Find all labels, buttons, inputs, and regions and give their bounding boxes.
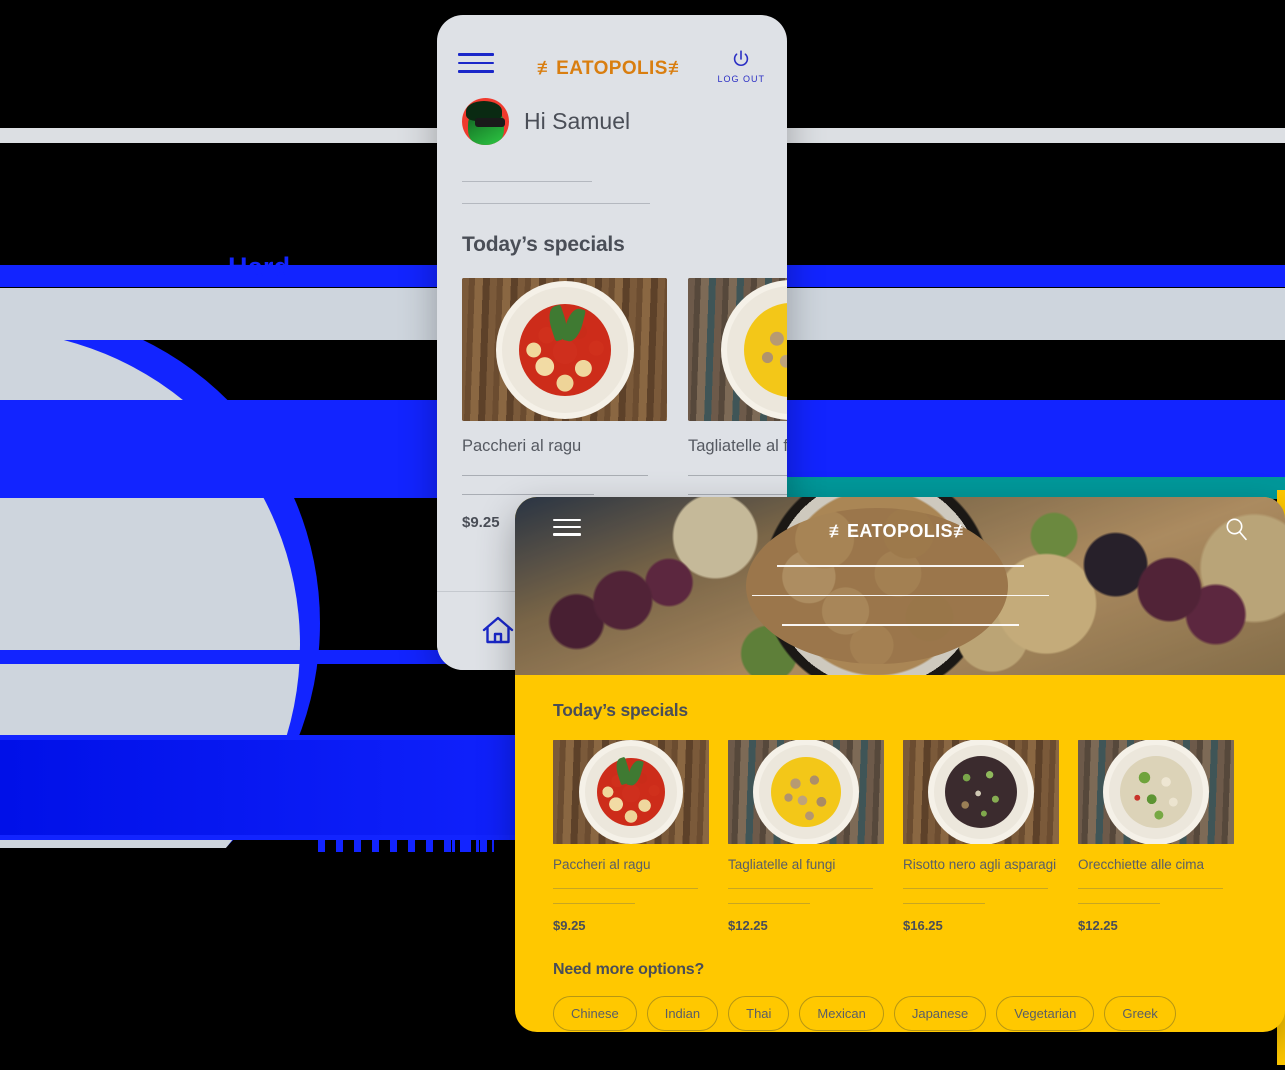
special-card[interactable]: Tagliatelle al fungi $12.25 [728,740,884,933]
divider-line [1078,902,1160,904]
divider-line [462,203,650,204]
greeting-text: Hi Samuel [524,108,631,134]
divider-line [903,887,1048,889]
special-card[interactable]: Risotto nero agli asparagi $16.25 [903,740,1059,933]
divider-line [462,494,594,495]
tablet-body: Today’s specials Paccheri al ragu $9.25 [515,675,1285,1031]
tablet-hero: ≢EATOPOLIS≢ [515,497,1285,675]
tablet-specials-list: Paccheri al ragu $9.25 Tagliatelle al fu… [553,740,1247,933]
special-card[interactable]: Tagliatelle al fungi $12.25 [688,278,787,531]
special-price: $12.25 [1078,917,1118,933]
search-icon[interactable] [1222,515,1250,548]
special-card[interactable]: Paccheri al ragu $9.25 [553,740,709,933]
divider-line [688,475,787,476]
orecchiette-photo [1078,740,1234,844]
bg-band-teal [780,477,1285,499]
special-name: Orecchiette alle cima [1078,857,1205,872]
user-avatar[interactable] [462,98,509,145]
bg-ghost-heading-text: Hard [228,252,291,282]
power-icon [734,50,749,66]
special-name: Tagliatelle al fungi [688,437,787,455]
cuisine-tag-list: Chinese Indian Thai Mexican Japanese Veg… [553,995,1247,1031]
logout-label: LOG OUT [717,74,765,84]
special-name: Paccheri al ragu [553,857,651,872]
special-price: $9.25 [553,917,586,933]
divider-line [553,887,698,889]
pasta-fungi-photo [728,740,884,844]
divider-line [553,902,635,904]
cuisine-tag-greek[interactable]: Greek [1104,995,1176,1031]
tablet-mockup: ≢EATOPOLIS≢ Today’s specials Paccheri al… [515,497,1285,1032]
divider-line [728,887,873,889]
special-card[interactable]: Paccheri al ragu $9.25 [462,278,667,531]
special-name: Risotto nero agli asparagi [903,857,1057,872]
cuisine-tag-japanese[interactable]: Japanese [893,995,987,1031]
special-price: $16.25 [903,917,943,933]
tablet-section-title: Today’s specials [553,700,688,720]
pasta-ragu-photo [462,278,667,421]
divider-line [903,902,985,904]
special-name: Tagliatelle al fungi [728,857,836,872]
hero-decorative-lines [515,565,1285,654]
cuisine-tag-thai[interactable]: Thai [728,995,790,1031]
divider-line [728,902,810,904]
cuisine-tag-chinese[interactable]: Chinese [553,995,637,1031]
pasta-fungi-photo [688,278,787,421]
special-name: Paccheri al ragu [462,437,582,455]
bg-tick-marks-2 [452,836,494,852]
divider-line [688,494,787,495]
risotto-nero-photo [903,740,1059,844]
home-icon[interactable] [481,614,515,651]
phone-section-title: Today’s specials [462,233,625,256]
divider-line [1078,887,1223,889]
bg-ghost-heading: Hard [228,252,290,283]
divider-line [462,181,592,182]
more-options-title: Need more options? [553,960,705,978]
logout-button[interactable]: LOG OUT [717,48,765,84]
greeting-row: Hi Samuel [437,98,787,145]
bg-band-blue-gradient [0,740,600,835]
cuisine-tag-indian[interactable]: Indian [646,995,719,1031]
phone-specials-list: Paccheri al ragu $9.25 Tagliatelle al fu… [437,257,787,531]
cuisine-tag-mexican[interactable]: Mexican [799,995,884,1031]
bg-band-blue-4 [0,650,455,664]
cuisine-tag-vegetarian[interactable]: Vegetarian [996,995,1095,1031]
phone-header: ≢EATOPOLIS≢ LOG OUT [437,15,787,93]
app-logo-text: EATOPOLIS [556,58,668,79]
special-card[interactable]: Orecchiette alle cima $12.25 [1078,740,1234,933]
divider-line [462,475,648,476]
app-logo-text: EATOPOLIS [847,521,953,541]
pasta-ragu-photo [553,740,709,844]
special-price: $12.25 [728,917,768,933]
app-logo: ≢EATOPOLIS≢ [828,521,972,541]
